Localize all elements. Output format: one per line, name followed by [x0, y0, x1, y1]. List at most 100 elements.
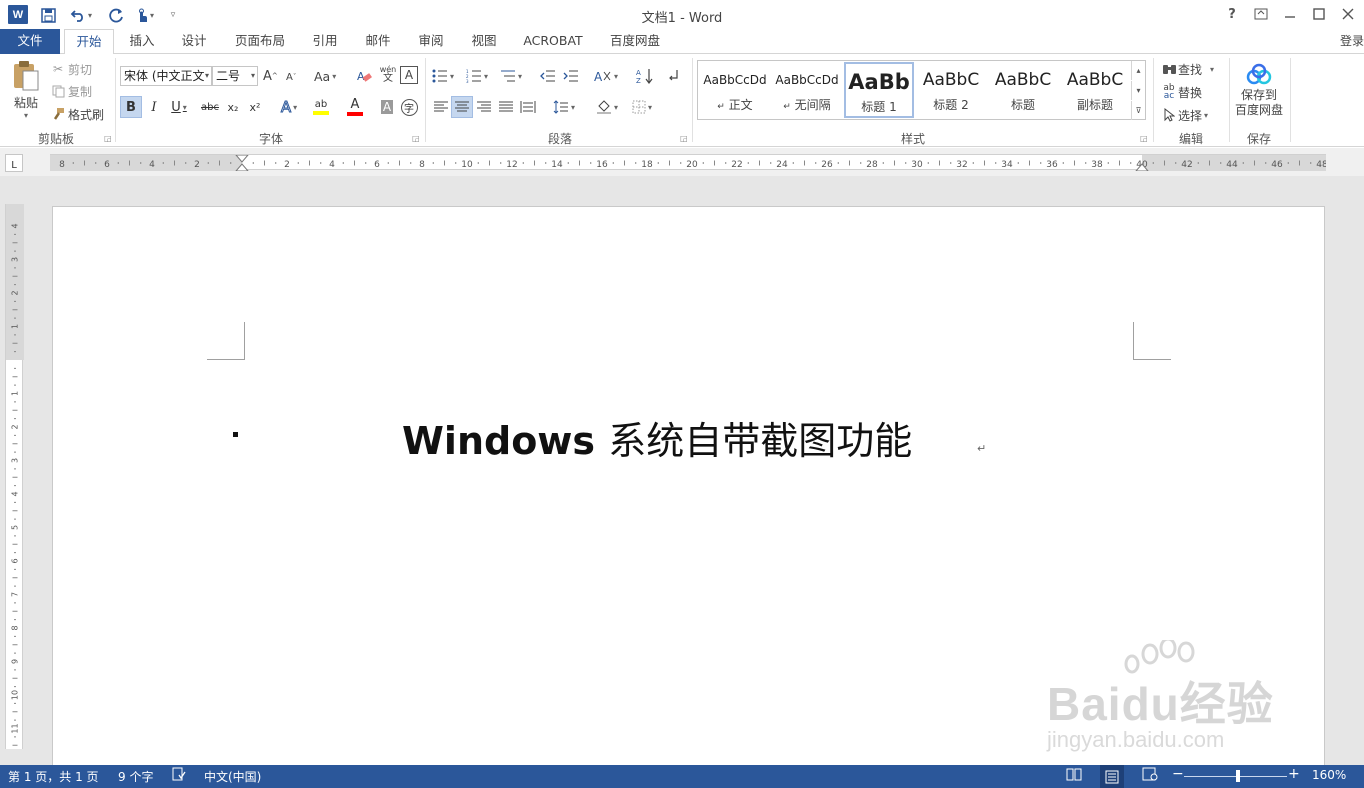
tab-design[interactable]: 设计 [172, 29, 216, 54]
font-name-select[interactable]: 宋体 (中文正文 ▾ [120, 66, 212, 86]
zoom-level[interactable]: 160% [1312, 768, 1346, 782]
language-indicator[interactable]: 中文(中国) [204, 768, 261, 785]
tab-page-layout[interactable]: 页面布局 [226, 29, 294, 54]
style-normal[interactable]: AaBbCcDd ↵ 正文 [700, 62, 770, 118]
zoom-slider-thumb[interactable] [1235, 770, 1240, 782]
document-heading[interactable]: Windows 系统自带截图功能 [402, 410, 912, 465]
vertical-ruler-scale: 43211234567891011 [6, 204, 24, 755]
numbering-button[interactable]: 1 2 3 ▾ [466, 66, 496, 86]
tab-stop-selector[interactable]: L [5, 154, 23, 172]
minimize-icon[interactable] [1276, 3, 1304, 25]
find-button[interactable]: 查找 ▾ [1160, 60, 1214, 78]
align-left-icon[interactable] [430, 96, 452, 118]
format-painter-button[interactable]: 格式刷 [50, 105, 104, 123]
save-icon[interactable] [38, 5, 58, 25]
ruler-tick-label: 1 [11, 391, 20, 396]
increase-indent-icon[interactable] [563, 66, 583, 86]
sort-icon[interactable]: AZ [636, 66, 656, 86]
word-count[interactable]: 9 个字 [118, 768, 153, 785]
watermark-url: jingyan.baidu.com [1047, 727, 1225, 752]
gallery-more-icon[interactable]: ⊽ [1131, 101, 1145, 120]
zoom-out-button[interactable]: − [1172, 766, 1184, 782]
gallery-scroll-down-icon[interactable]: ▾ [1131, 81, 1145, 100]
shrink-font-button[interactable]: Aˇ [286, 68, 302, 86]
customize-quick-access-icon[interactable]: ▿ [166, 5, 180, 25]
distributed-icon[interactable] [517, 96, 539, 118]
proofing-icon[interactable] [172, 767, 186, 784]
style-title[interactable]: AaBbC 标题 [988, 62, 1058, 118]
print-layout-icon[interactable] [1100, 765, 1124, 788]
show-formatting-marks-icon[interactable] [667, 66, 687, 86]
phonetic-guide-button[interactable]: wén 文 [379, 65, 397, 87]
multilevel-list-button[interactable]: ▾ [500, 66, 530, 86]
font-size-select[interactable]: 二号 ▾ [212, 66, 258, 86]
borders-button[interactable]: ▾ [626, 96, 658, 118]
change-case-button[interactable]: Aa ▾ [314, 66, 344, 86]
tab-acrobat[interactable]: ACROBAT [516, 29, 590, 54]
tab-insert[interactable]: 插入 [120, 29, 164, 54]
dialog-launcher-icon[interactable]: ◲ [680, 134, 688, 143]
ruler-tick-label: 42 [1181, 160, 1192, 170]
dialog-launcher-icon[interactable]: ◲ [104, 134, 112, 143]
align-right-icon[interactable] [473, 96, 495, 118]
style-subtitle[interactable]: AaBbC 副标题 [1060, 62, 1130, 118]
help-button[interactable]: ? [1218, 3, 1246, 25]
tab-view[interactable]: 视图 [462, 29, 506, 54]
save-to-baidu-netdisk-button[interactable]: 保存到 百度网盘 [1232, 62, 1286, 126]
tab-baidu-netdisk[interactable]: 百度网盘 [600, 29, 670, 54]
horizontal-ruler[interactable]: 8642246810121416182022242628303234363840… [50, 154, 1326, 171]
read-mode-icon[interactable] [1066, 767, 1082, 784]
bullets-button[interactable]: ▾ [432, 66, 462, 86]
asian-layout-button[interactable]: A ▾ [594, 66, 624, 86]
vertical-ruler[interactable]: 4 3 2 1 1 2 3 4 5 6 7 8 9 10 11 [5, 204, 24, 755]
bold-button[interactable]: B [120, 96, 142, 118]
tab-review[interactable]: 审阅 [409, 29, 453, 54]
replace-button[interactable]: ab ac 替换 [1160, 83, 1202, 101]
tab-file[interactable]: 文件 [0, 29, 60, 54]
shading-button[interactable]: ▾ [591, 96, 623, 118]
sign-in-link[interactable]: 登录 [1340, 32, 1364, 49]
dialog-launcher-icon[interactable]: ◲ [412, 134, 420, 143]
style-heading-1[interactable]: AaBb 标题 1 [844, 62, 914, 118]
tab-mailings[interactable]: 邮件 [356, 29, 400, 54]
character-border-button[interactable]: A [400, 66, 418, 84]
style-no-spacing[interactable]: AaBbCcDd ↵ 无间隔 [772, 62, 842, 118]
superscript-button[interactable]: x² [244, 96, 266, 118]
highlight-color-button[interactable]: ab [306, 96, 336, 118]
grow-font-button[interactable]: A ^ [263, 66, 279, 86]
paste-button[interactable]: 粘贴 ▾ [8, 60, 44, 124]
italic-button[interactable]: I [143, 96, 165, 118]
close-icon[interactable] [1334, 3, 1362, 25]
line-spacing-button[interactable]: ▾ [549, 96, 579, 118]
copy-button[interactable]: 复制 [50, 82, 92, 100]
cut-button[interactable]: ✂ 剪切 [50, 60, 92, 78]
character-shading-button[interactable]: A [376, 96, 398, 118]
decrease-indent-icon[interactable] [540, 66, 560, 86]
font-color-button[interactable]: A [340, 96, 370, 118]
strikethrough-button[interactable]: abc [198, 96, 222, 118]
ribbon-display-options-icon[interactable] [1247, 3, 1275, 25]
select-button[interactable]: 选择 ▾ [1160, 106, 1208, 124]
justify-icon[interactable] [495, 96, 517, 118]
undo-icon[interactable]: ▾ [66, 5, 96, 25]
page-count[interactable]: 第 1 页，共 1 页 [8, 768, 99, 785]
redo-icon[interactable] [106, 5, 126, 25]
chevron-down-icon[interactable]: ▾ [88, 11, 92, 20]
subscript-button[interactable]: x₂ [222, 96, 244, 118]
copy-label: 复制 [68, 84, 93, 99]
style-heading-2[interactable]: AaBbC 标题 2 [916, 62, 986, 118]
font-size-value: 二号 [216, 69, 241, 83]
tab-references[interactable]: 引用 [303, 29, 347, 54]
tab-home[interactable]: 开始 [64, 29, 114, 55]
web-layout-icon[interactable] [1142, 767, 1158, 784]
zoom-in-button[interactable]: + [1288, 766, 1300, 782]
clear-formatting-icon[interactable]: A [356, 66, 374, 86]
align-center-icon[interactable] [451, 96, 473, 118]
underline-button[interactable]: U ▾ [166, 96, 192, 118]
touch-mode-icon[interactable]: ▾ [130, 5, 160, 25]
gallery-scroll-up-icon[interactable]: ▴ [1131, 61, 1145, 80]
dialog-launcher-icon[interactable]: ◲ [1140, 134, 1148, 143]
enclose-characters-button[interactable]: 字 [398, 96, 420, 118]
maximize-icon[interactable] [1305, 3, 1333, 25]
text-effects-button[interactable]: A ▾ [274, 96, 304, 118]
